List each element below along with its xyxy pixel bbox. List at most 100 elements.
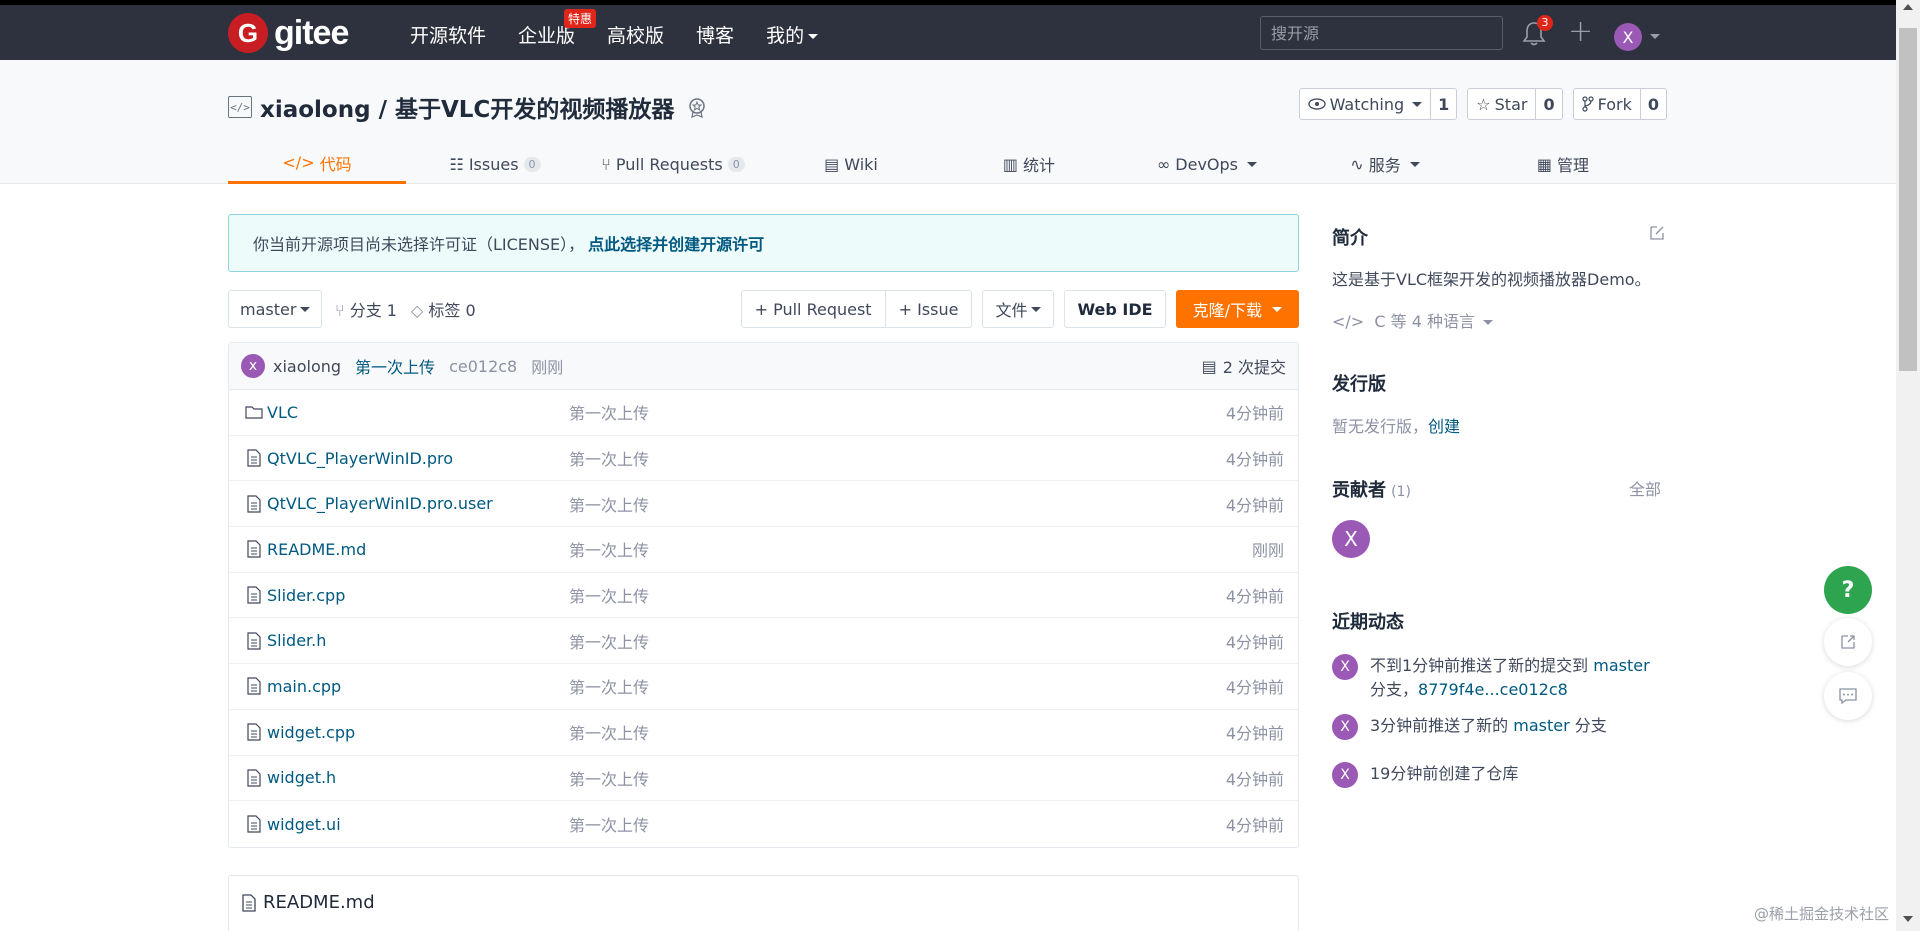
- file-name[interactable]: VLC: [267, 403, 569, 422]
- scroll-down-arrow-icon[interactable]: [1903, 916, 1913, 922]
- new-issue-button[interactable]: + Issue: [884, 291, 972, 327]
- file-name[interactable]: widget.h: [267, 768, 569, 787]
- file-row[interactable]: widget.ui 第一次上传 4分钟前: [229, 801, 1298, 847]
- create-release-link[interactable]: 创建: [1428, 417, 1460, 436]
- file-row[interactable]: widget.h 第一次上传 4分钟前: [229, 756, 1298, 802]
- file-commit-message[interactable]: 第一次上传: [569, 812, 649, 836]
- notification-count-badge: 3: [1537, 15, 1553, 31]
- nav-link-enterprise[interactable]: 企业版 特惠: [518, 9, 597, 48]
- web-ide-button[interactable]: Web IDE: [1064, 290, 1166, 328]
- commit-author[interactable]: xiaolong: [273, 357, 341, 376]
- file-row[interactable]: QtVLC_PlayerWinID.pro 第一次上传 4分钟前: [229, 436, 1298, 482]
- file-row[interactable]: Slider.h 第一次上传 4分钟前: [229, 618, 1298, 665]
- contributors-all-link[interactable]: 全部: [1629, 476, 1661, 500]
- tags-link[interactable]: ◇ 标签 0: [411, 297, 476, 321]
- activity-text-suffix: 分支: [1569, 716, 1607, 735]
- fork-count[interactable]: 0: [1641, 89, 1666, 119]
- file-commit-message[interactable]: 第一次上传: [569, 720, 649, 744]
- file-name[interactable]: Slider.h: [267, 631, 569, 650]
- activity-branch-link[interactable]: master: [1593, 656, 1649, 675]
- activity-compare-link[interactable]: 8779f4e...ce012c8: [1418, 680, 1568, 699]
- watch-button[interactable]: Watching: [1300, 89, 1432, 119]
- commit-count-link[interactable]: ▤ 2 次提交: [1202, 354, 1286, 378]
- watch-count[interactable]: 1: [1431, 89, 1456, 119]
- license-create-link[interactable]: 点此选择并创建开源许可: [588, 231, 764, 255]
- nav-link-open-source[interactable]: 开源软件: [410, 21, 486, 48]
- tab-pull-requests[interactable]: ⑂ Pull Requests 0: [584, 144, 762, 184]
- file-name[interactable]: Slider.cpp: [267, 586, 569, 605]
- tab-issues[interactable]: ☷ Issues 0: [406, 144, 584, 184]
- clone-download-button[interactable]: 克隆/下载: [1175, 290, 1299, 328]
- page-scrollbar[interactable]: [1896, 0, 1920, 931]
- activity-text-prefix: 不到1分钟前推送了新的提交到: [1370, 656, 1594, 675]
- avatar[interactable]: X: [1332, 654, 1358, 680]
- scrollbar-thumb[interactable]: [1899, 28, 1917, 371]
- file-row[interactable]: widget.cpp 第一次上传 4分钟前: [229, 710, 1298, 756]
- file-icon: [247, 723, 261, 741]
- file-icon: [247, 449, 261, 467]
- tab-code[interactable]: </> 代码: [228, 144, 406, 184]
- file-commit-message[interactable]: 第一次上传: [569, 766, 649, 790]
- file-time: 4分钟前: [1225, 495, 1284, 515]
- badge-icon[interactable]: [686, 96, 708, 118]
- share-button[interactable]: [1824, 618, 1872, 666]
- avatar[interactable]: x: [241, 354, 265, 378]
- file-commit-message[interactable]: 第一次上传: [569, 537, 649, 561]
- file-row[interactable]: README.md 第一次上传 刚刚: [229, 527, 1298, 573]
- file-commit-message[interactable]: 第一次上传: [569, 674, 649, 698]
- tab-wiki[interactable]: ▤ Wiki: [762, 144, 940, 184]
- file-name[interactable]: widget.cpp: [267, 723, 569, 742]
- tab-stats[interactable]: ▥ 统计: [940, 144, 1118, 184]
- file-commit-message[interactable]: 第一次上传: [569, 492, 649, 516]
- tab-devops[interactable]: ∞ DevOps: [1118, 144, 1296, 184]
- languages-dropdown[interactable]: </> C 等 4 种语言: [1332, 308, 1493, 332]
- file-name[interactable]: main.cpp: [267, 677, 569, 696]
- star-count[interactable]: 0: [1536, 89, 1561, 119]
- commit-message[interactable]: 第一次上传: [355, 354, 435, 378]
- file-row[interactable]: Slider.cpp 第一次上传 4分钟前: [229, 573, 1298, 619]
- file-commit-message[interactable]: 第一次上传: [569, 629, 649, 653]
- search-input[interactable]: [1260, 16, 1503, 50]
- file-icon: [247, 815, 261, 833]
- avatar[interactable]: X: [1332, 762, 1358, 788]
- feedback-button[interactable]: [1824, 672, 1872, 720]
- nav-link-education[interactable]: 高校版: [607, 21, 664, 48]
- branch-select[interactable]: master: [228, 290, 323, 328]
- user-avatar[interactable]: X: [1614, 23, 1642, 51]
- new-pull-request-button[interactable]: + Pull Request: [742, 291, 885, 327]
- code-icon: </>: [1332, 312, 1365, 331]
- pull-request-icon: ⑂: [601, 154, 611, 174]
- file-commit-message[interactable]: 第一次上传: [569, 400, 649, 424]
- file-name[interactable]: QtVLC_PlayerWinID.pro.user: [267, 494, 569, 513]
- activity-branch-link[interactable]: master: [1513, 716, 1569, 735]
- plus-icon[interactable]: +: [1568, 17, 1593, 47]
- nav-link-blog[interactable]: 博客: [696, 21, 734, 48]
- fork-button[interactable]: Fork: [1574, 89, 1641, 119]
- activity-text-suffix: 分支，: [1370, 680, 1419, 699]
- file-time: 4分钟前: [1225, 816, 1284, 836]
- file-name[interactable]: QtVLC_PlayerWinID.pro: [267, 449, 569, 468]
- help-button[interactable]: ?: [1824, 566, 1872, 614]
- nav-link-mine[interactable]: 我的: [766, 21, 819, 48]
- file-name[interactable]: widget.ui: [267, 815, 569, 834]
- tab-services[interactable]: ∿ 服务: [1296, 144, 1474, 184]
- avatar[interactable]: X: [1332, 714, 1358, 740]
- file-row[interactable]: main.cpp 第一次上传 4分钟前: [229, 664, 1298, 710]
- file-name[interactable]: README.md: [267, 540, 569, 559]
- scroll-up-arrow-icon[interactable]: [1903, 4, 1913, 10]
- commit-sha[interactable]: ce012c8: [449, 357, 517, 376]
- file-row[interactable]: VLC 第一次上传 4分钟前: [229, 390, 1298, 436]
- file-commit-message[interactable]: 第一次上传: [569, 446, 649, 470]
- files-dropdown[interactable]: 文件: [982, 290, 1055, 328]
- repo-title[interactable]: xiaolong / 基于VLC开发的视频播放器: [260, 90, 674, 124]
- branch-icon: ⑂: [335, 301, 345, 320]
- gitee-logo[interactable]: G gitee: [228, 13, 349, 53]
- star-button[interactable]: ☆ Star: [1468, 89, 1537, 119]
- branches-link[interactable]: ⑂ 分支 1: [335, 297, 397, 321]
- file-commit-message[interactable]: 第一次上传: [569, 583, 649, 607]
- tab-manage[interactable]: ▦ 管理: [1474, 144, 1652, 184]
- file-row[interactable]: QtVLC_PlayerWinID.pro.user 第一次上传 4分钟前: [229, 481, 1298, 528]
- edit-icon[interactable]: [1648, 224, 1666, 242]
- contributor-avatar[interactable]: X: [1332, 520, 1370, 558]
- chevron-down-icon[interactable]: [1650, 34, 1660, 39]
